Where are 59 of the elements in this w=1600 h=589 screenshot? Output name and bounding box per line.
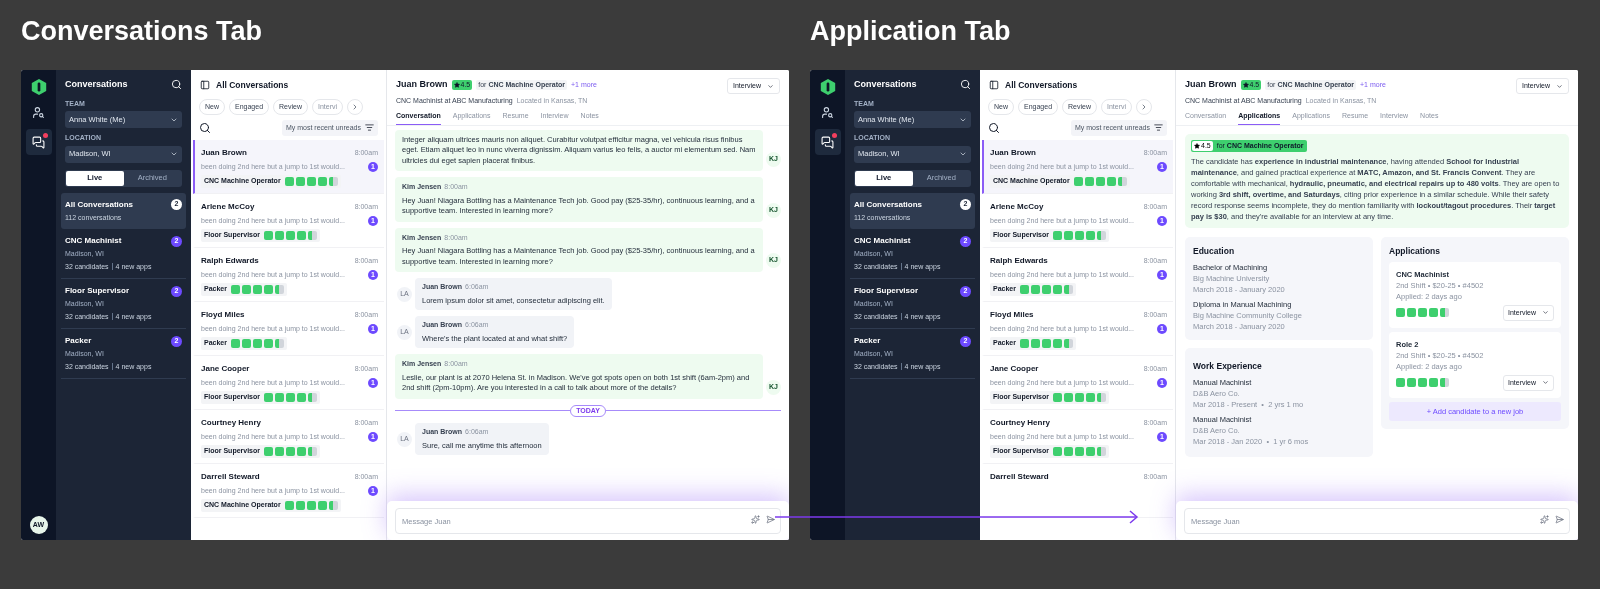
candidate-name: Ralph Edwards	[990, 254, 1048, 267]
candidate-name: Jane Cooper	[990, 362, 1039, 375]
chat-nav-button[interactable]	[25, 129, 52, 155]
sidebar-title: Conversations	[854, 78, 917, 91]
group-name: Packer	[65, 335, 92, 347]
candidate-name: Ralph Edwards	[201, 254, 259, 267]
filter-icon	[365, 123, 374, 133]
ai-assist-icon[interactable]	[751, 515, 760, 524]
candidate-name: Arlene McCoy	[201, 200, 255, 213]
logo-icon	[29, 78, 48, 96]
candidate-name: Jane Cooper	[201, 362, 250, 375]
chat-icon	[32, 135, 45, 149]
candidate-name: Arlene McCoy	[990, 200, 1044, 213]
filter-icon	[1154, 123, 1163, 133]
search-icon[interactable]	[960, 79, 971, 91]
candidate-name: Juan Brown	[990, 146, 1036, 159]
candidate-name: Floyd Miles	[990, 308, 1034, 321]
candidate-name: Darrell Steward	[990, 470, 1049, 483]
people-search-icon[interactable]	[821, 106, 834, 119]
chevron-down-icon	[170, 150, 178, 158]
candidate-name: Darrell Steward	[201, 470, 260, 483]
people-search-icon[interactable]	[32, 106, 45, 119]
group-name: All Conversations	[65, 198, 133, 211]
chevron-down-icon	[1556, 82, 1563, 90]
chevron-down-icon	[1542, 309, 1549, 317]
ai-assist-icon[interactable]	[1540, 515, 1549, 524]
send-icon[interactable]	[766, 515, 775, 524]
group-name: Floor Supervisor	[854, 285, 918, 297]
chevron-down-icon	[1542, 379, 1549, 387]
section-heading: Conversations Tab	[21, 14, 263, 48]
sidebar-toggle-icon[interactable]	[200, 80, 210, 91]
search-icon[interactable]	[171, 79, 182, 91]
search-icon[interactable]	[199, 121, 211, 134]
list-title: All Conversations	[216, 79, 289, 92]
section-heading: Application Tab	[810, 14, 1011, 48]
send-icon[interactable]	[1555, 515, 1564, 524]
chat-icon	[821, 135, 834, 149]
section-title: Applications	[1389, 245, 1441, 258]
chevron-down-icon	[959, 150, 967, 158]
chevron-down-icon	[767, 82, 774, 90]
list-title: All Conversations	[1005, 79, 1078, 92]
sidebar-toggle-icon[interactable]	[989, 80, 999, 91]
candidate-name: Courtney Henry	[201, 416, 261, 429]
logo-icon	[818, 78, 837, 96]
candidate-name: Courtney Henry	[990, 416, 1050, 429]
section-title: Work Experience	[1193, 359, 1263, 373]
group-name: CNC Machinist	[65, 235, 122, 247]
group-name: Floor Supervisor	[65, 285, 129, 297]
search-icon[interactable]	[988, 121, 1000, 134]
candidate-name: Juan Brown	[201, 146, 247, 159]
group-name: CNC Machinist	[854, 235, 911, 247]
group-name: All Conversations	[854, 198, 922, 211]
candidate-name: Juan Brown	[1185, 78, 1237, 91]
candidate-name: Juan Brown	[396, 78, 448, 91]
group-name: Packer	[854, 335, 881, 347]
section-title: Education	[1193, 245, 1236, 258]
chat-nav-button[interactable]	[814, 129, 841, 155]
candidate-name: Floyd Miles	[201, 308, 245, 321]
sidebar-title: Conversations	[65, 78, 128, 91]
